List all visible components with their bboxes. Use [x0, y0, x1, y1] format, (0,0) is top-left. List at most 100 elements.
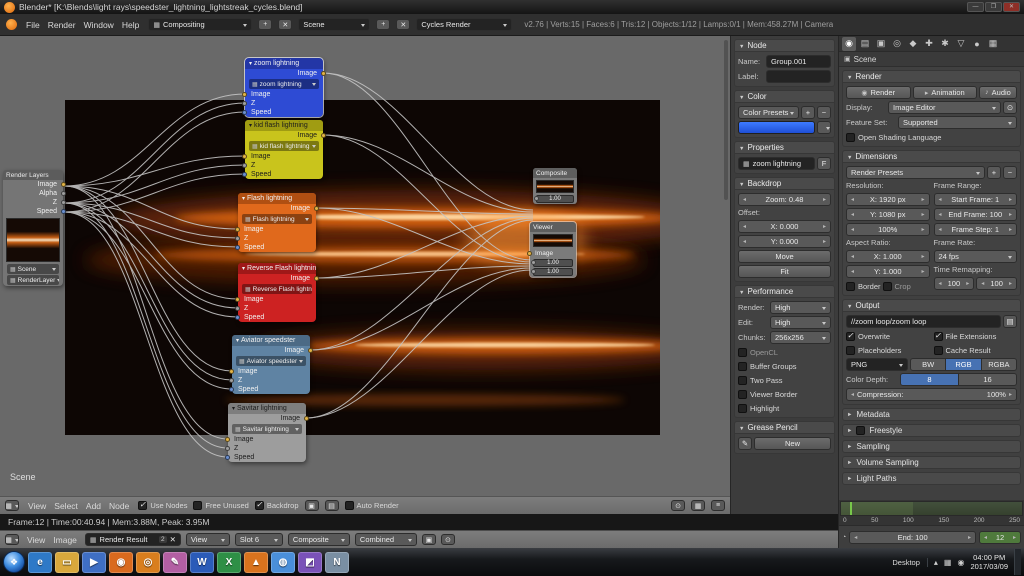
- paste-icon[interactable]: ≡: [711, 500, 725, 511]
- backdrop-checkbox[interactable]: Backdrop: [255, 500, 299, 512]
- auto-render-checkbox[interactable]: Auto Render: [345, 500, 399, 512]
- time-remap-new-field[interactable]: 100: [976, 277, 1017, 290]
- tab-texture[interactable]: ▦: [986, 37, 1000, 51]
- display-dropdown[interactable]: Image Editor: [888, 101, 1001, 114]
- backdrop-channel-alpha-icon[interactable]: ▤: [325, 500, 339, 511]
- cache-result-checkbox[interactable]: Cache Result: [934, 344, 1018, 356]
- frame-step-field[interactable]: Frame Step: 1: [934, 223, 1018, 236]
- render-engine-selector[interactable]: Cycles Render: [416, 18, 512, 31]
- panel-header-node[interactable]: Node: [734, 39, 835, 52]
- view-dropdown[interactable]: View: [186, 533, 230, 546]
- group-datablock-selector[interactable]: Flash lightning: [242, 214, 312, 224]
- panel-header-light-paths[interactable]: Light Paths: [842, 472, 1021, 485]
- node-title[interactable]: Composite: [533, 168, 577, 178]
- feature-set-dropdown[interactable]: Supported: [898, 116, 1017, 129]
- node-label-field[interactable]: [766, 70, 831, 83]
- end-frame-field[interactable]: End Frame: 100: [934, 208, 1018, 221]
- aspect-y-field[interactable]: Y: 1.000: [846, 265, 930, 278]
- free-unused-checkbox[interactable]: Free Unused: [193, 500, 248, 512]
- color-depth-8[interactable]: 8: [900, 373, 959, 386]
- panel-header-output[interactable]: Output: [842, 299, 1021, 312]
- node-render-layers[interactable]: Render Layers Image Alpha Z Speed Scene …: [3, 170, 63, 286]
- preset-add-button[interactable]: +: [801, 106, 815, 119]
- two-pass-checkbox[interactable]: Two Pass: [738, 374, 831, 386]
- vlc-icon[interactable]: ▲: [244, 552, 268, 573]
- menu-item[interactable]: Image: [50, 535, 80, 545]
- browse-folder-icon[interactable]: ▤: [1003, 315, 1017, 328]
- folder-icon[interactable]: ▭: [55, 552, 79, 573]
- tab-world[interactable]: ◎: [890, 37, 904, 51]
- menu-item[interactable]: View: [24, 535, 48, 545]
- group-datablock-selector[interactable]: Aviator speedster: [236, 356, 306, 366]
- lock-interface-icon[interactable]: ⊙: [1003, 101, 1017, 114]
- composite-alpha-field[interactable]: 1.00: [536, 195, 574, 203]
- preset-add-button[interactable]: +: [987, 166, 1001, 179]
- panel-header-volume-sampling[interactable]: Volume Sampling: [842, 456, 1021, 469]
- render-button[interactable]: ◉Render: [846, 86, 911, 99]
- start-frame-field[interactable]: Start Frame: 1: [934, 193, 1018, 206]
- group-datablock-selector[interactable]: Savitar lightning: [232, 424, 302, 434]
- node-title[interactable]: Reverse Flash lightning: [238, 263, 316, 274]
- media-player-icon[interactable]: ▶: [82, 552, 106, 573]
- node-group-flash-lightning[interactable]: Flash lightning Image Flash lightning Im…: [238, 193, 316, 252]
- backdrop-offset-x-field[interactable]: X: 0.000: [738, 220, 831, 233]
- minimize-button[interactable]: —: [967, 2, 984, 12]
- scene-add-button[interactable]: +: [376, 19, 390, 30]
- chrome-icon[interactable]: ◍: [271, 552, 295, 573]
- panel-header-render[interactable]: Render: [842, 70, 1021, 83]
- node-title[interactable]: kid flash lightning: [245, 120, 323, 131]
- preset-remove-button[interactable]: −: [817, 106, 831, 119]
- tab-material[interactable]: ●: [970, 37, 984, 51]
- firefox-icon[interactable]: ◉: [109, 552, 133, 573]
- resolution-x-field[interactable]: X: 1920 px: [846, 193, 930, 206]
- current-frame-field[interactable]: 12: [979, 531, 1021, 544]
- tab-scene[interactable]: ▣: [874, 37, 888, 51]
- panel-header-sampling[interactable]: Sampling: [842, 440, 1021, 453]
- tab-modifiers[interactable]: ✱: [938, 37, 952, 51]
- tab-constraints[interactable]: ✚: [922, 37, 936, 51]
- placeholders-checkbox[interactable]: Placeholders: [846, 344, 930, 356]
- node-title[interactable]: Render Layers: [3, 170, 63, 180]
- menu-item[interactable]: File: [23, 20, 43, 30]
- scene-datablock-selector[interactable]: Scene: [7, 264, 59, 274]
- editor-type-button[interactable]: ▦: [5, 534, 19, 545]
- file-format-dropdown[interactable]: PNG: [846, 358, 908, 371]
- blender-menu-icon[interactable]: [6, 19, 17, 30]
- frame-rate-dropdown[interactable]: 24 fps: [934, 250, 1018, 263]
- photos-icon[interactable]: ◩: [298, 552, 322, 573]
- node-color-swatch[interactable]: [738, 121, 815, 134]
- color-mode-rgb[interactable]: RGB: [946, 358, 981, 371]
- backdrop-move-button[interactable]: Move: [738, 250, 831, 263]
- panel-header-color[interactable]: Color: [734, 90, 835, 103]
- crop-checkbox[interactable]: Crop: [883, 280, 911, 292]
- panel-header-performance[interactable]: Performance: [734, 285, 835, 298]
- scene-selector[interactable]: Scene: [298, 18, 370, 31]
- compression-slider[interactable]: Compression:100%: [846, 388, 1017, 401]
- animation-button[interactable]: ▸Animation: [913, 86, 978, 99]
- slot-dropdown[interactable]: Slot 6: [235, 533, 283, 546]
- performance-edit-dropdown[interactable]: High: [770, 316, 831, 329]
- group-datablock-selector[interactable]: Reverse Flash lightning: [242, 284, 312, 294]
- desktop-toolbar[interactable]: Desktop: [892, 558, 928, 567]
- render-layer-selector[interactable]: RenderLayer: [7, 275, 59, 285]
- viewer-border-checkbox[interactable]: Viewer Border: [738, 388, 831, 400]
- panel-header-freestyle[interactable]: Freestyle: [842, 424, 1021, 437]
- end-frame-field[interactable]: End: 100: [849, 531, 976, 544]
- node-group-zoom-lightning[interactable]: zoom lightning Image zoom lightning Imag…: [245, 58, 323, 117]
- scene-delete-button[interactable]: ✕: [396, 19, 410, 30]
- node-group-reverse-flash-lightning[interactable]: Reverse Flash lightning Image Reverse Fl…: [238, 263, 316, 322]
- time-remap-old-field[interactable]: 100: [934, 277, 975, 290]
- image-datablock-selector[interactable]: ▦ Render Result 2 ✕: [85, 533, 181, 546]
- node-group-savitar-lightning[interactable]: Savitar lightning Image Savitar lightnin…: [228, 403, 306, 462]
- snap-icon[interactable]: ⊙: [671, 500, 685, 511]
- color-depth-16[interactable]: 16: [959, 373, 1017, 386]
- border-checkbox[interactable]: Border: [846, 280, 881, 292]
- node-composite[interactable]: Composite 1.00: [533, 168, 577, 204]
- tab-object[interactable]: ◆: [906, 37, 920, 51]
- layout-add-button[interactable]: +: [258, 19, 272, 30]
- tray-network-icon[interactable]: ▦: [944, 558, 952, 567]
- start-button[interactable]: ❖: [3, 551, 25, 573]
- color-mode-bw[interactable]: BW: [910, 358, 946, 371]
- panel-header-dimensions[interactable]: Dimensions: [842, 150, 1021, 163]
- group-datablock-selector[interactable]: zoom lightning: [249, 79, 319, 89]
